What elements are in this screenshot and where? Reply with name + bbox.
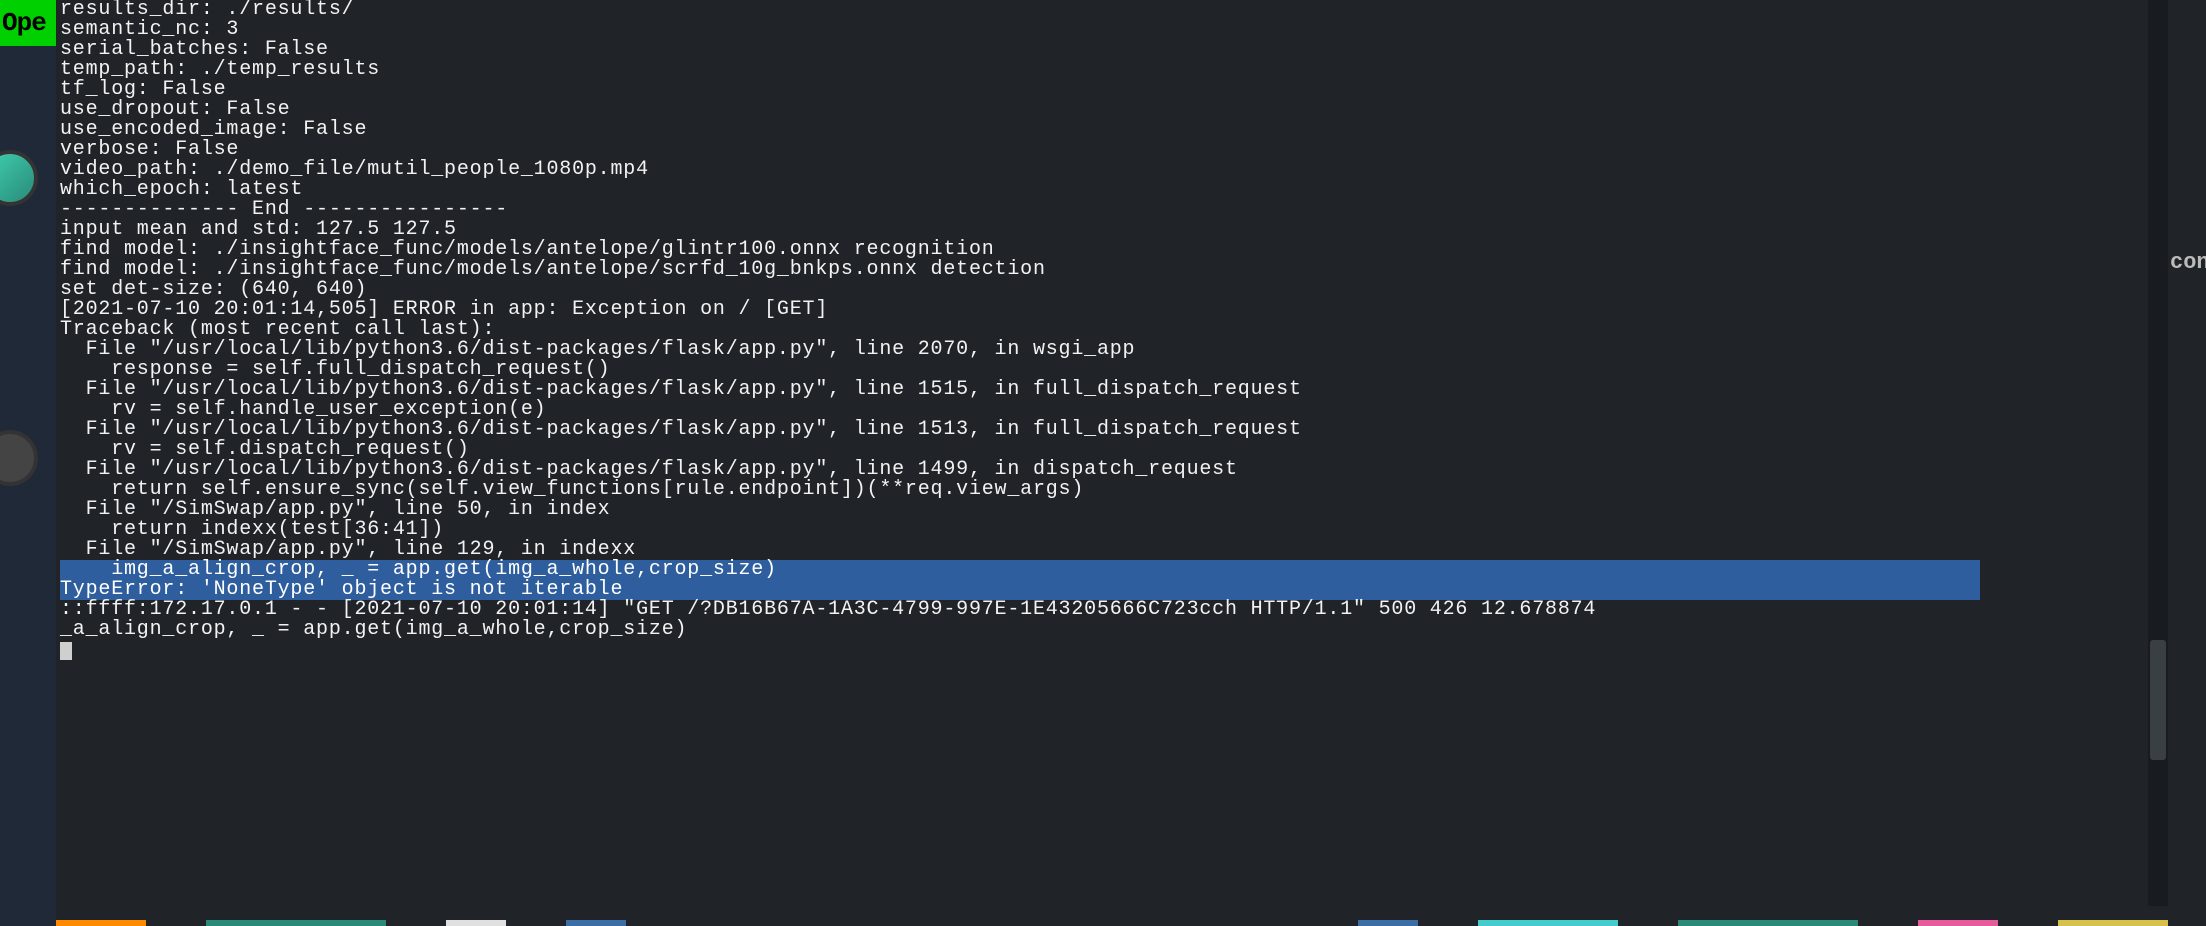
terminal-line: [2021-07-10 20:01:14,505] ERROR in app: …	[60, 300, 2168, 320]
avatar-circle-icon	[0, 430, 38, 486]
terminal-line: return self.ensure_sync(self.view_functi…	[60, 480, 2168, 500]
viewport: Ope con results_dir: ./results/semantic_…	[0, 0, 2206, 926]
terminal-line: which_epoch: latest	[60, 180, 2168, 200]
right-cutoff-strip: con	[2168, 0, 2206, 926]
terminal-line: File "/usr/local/lib/python3.6/dist-pack…	[60, 340, 2168, 360]
terminal-line: File "/usr/local/lib/python3.6/dist-pack…	[60, 460, 2168, 480]
terminal-line: serial_batches: False	[60, 40, 2168, 60]
terminal-line: _a_align_crop, _ = app.get(img_a_whole,c…	[60, 620, 2168, 640]
status-seg	[1918, 920, 1998, 926]
terminal-line: ::ffff:172.17.0.1 - - [2021-07-10 20:01:…	[60, 600, 2168, 620]
terminal-line: File "/usr/local/lib/python3.6/dist-pack…	[60, 380, 2168, 400]
avatar-circle-icon	[0, 150, 38, 206]
terminal-output[interactable]: results_dir: ./results/semantic_nc: 3ser…	[56, 0, 2168, 660]
terminal-line: semantic_nc: 3	[60, 20, 2168, 40]
terminal-line: input mean and std: 127.5 127.5	[60, 220, 2168, 240]
terminal-line: find model: ./insightface_func/models/an…	[60, 260, 2168, 280]
scrollbar-thumb[interactable]	[2150, 640, 2166, 760]
terminal-scrollbar[interactable]	[2148, 0, 2168, 906]
status-seg-session	[56, 920, 146, 926]
terminal-line: use_encoded_image: False	[60, 120, 2168, 140]
terminal-line: return indexx(test[36:41])	[60, 520, 2168, 540]
terminal-line: verbose: False	[60, 140, 2168, 160]
terminal-line: tf_log: False	[60, 80, 2168, 100]
tmux-status-bar	[56, 918, 2168, 926]
terminal-line: rv = self.handle_user_exception(e)	[60, 400, 2168, 420]
cutoff-text: con	[2170, 252, 2206, 274]
cursor-icon	[60, 642, 72, 660]
terminal-line: response = self.full_dispatch_request()	[60, 360, 2168, 380]
terminal-line: results_dir: ./results/	[60, 0, 2168, 20]
open-badge: Ope	[0, 0, 56, 46]
terminal-line: -------------- End ----------------	[60, 200, 2168, 220]
terminal-line: find model: ./insightface_func/models/an…	[60, 240, 2168, 260]
terminal-line: File "/SimSwap/app.py", line 50, in inde…	[60, 500, 2168, 520]
terminal-line-selected[interactable]: TypeError: 'NoneType' object is not iter…	[60, 580, 2168, 600]
status-seg-clock	[2058, 920, 2168, 926]
status-seg-window	[206, 920, 386, 926]
terminal-line: rv = self.dispatch_request()	[60, 440, 2168, 460]
status-seg	[566, 920, 626, 926]
terminal-line: set det-size: (640, 640)	[60, 280, 2168, 300]
status-seg	[1358, 920, 1418, 926]
terminal-line: temp_path: ./temp_results	[60, 60, 2168, 80]
terminal-line: use_dropout: False	[60, 100, 2168, 120]
terminal-line: File "/SimSwap/app.py", line 129, in ind…	[60, 540, 2168, 560]
terminal-line: Traceback (most recent call last):	[60, 320, 2168, 340]
terminal-window[interactable]: results_dir: ./results/semantic_nc: 3ser…	[56, 0, 2168, 926]
left-browser-strip: Ope	[0, 0, 56, 926]
terminal-line: File "/usr/local/lib/python3.6/dist-pack…	[60, 420, 2168, 440]
terminal-cursor-line[interactable]	[60, 640, 2168, 660]
terminal-line-selected[interactable]: img_a_align_crop, _ = app.get(img_a_whol…	[60, 560, 2168, 580]
terminal-line: video_path: ./demo_file/mutil_people_108…	[60, 160, 2168, 180]
status-seg	[446, 920, 506, 926]
status-seg	[1478, 920, 1618, 926]
status-seg	[1678, 920, 1858, 926]
